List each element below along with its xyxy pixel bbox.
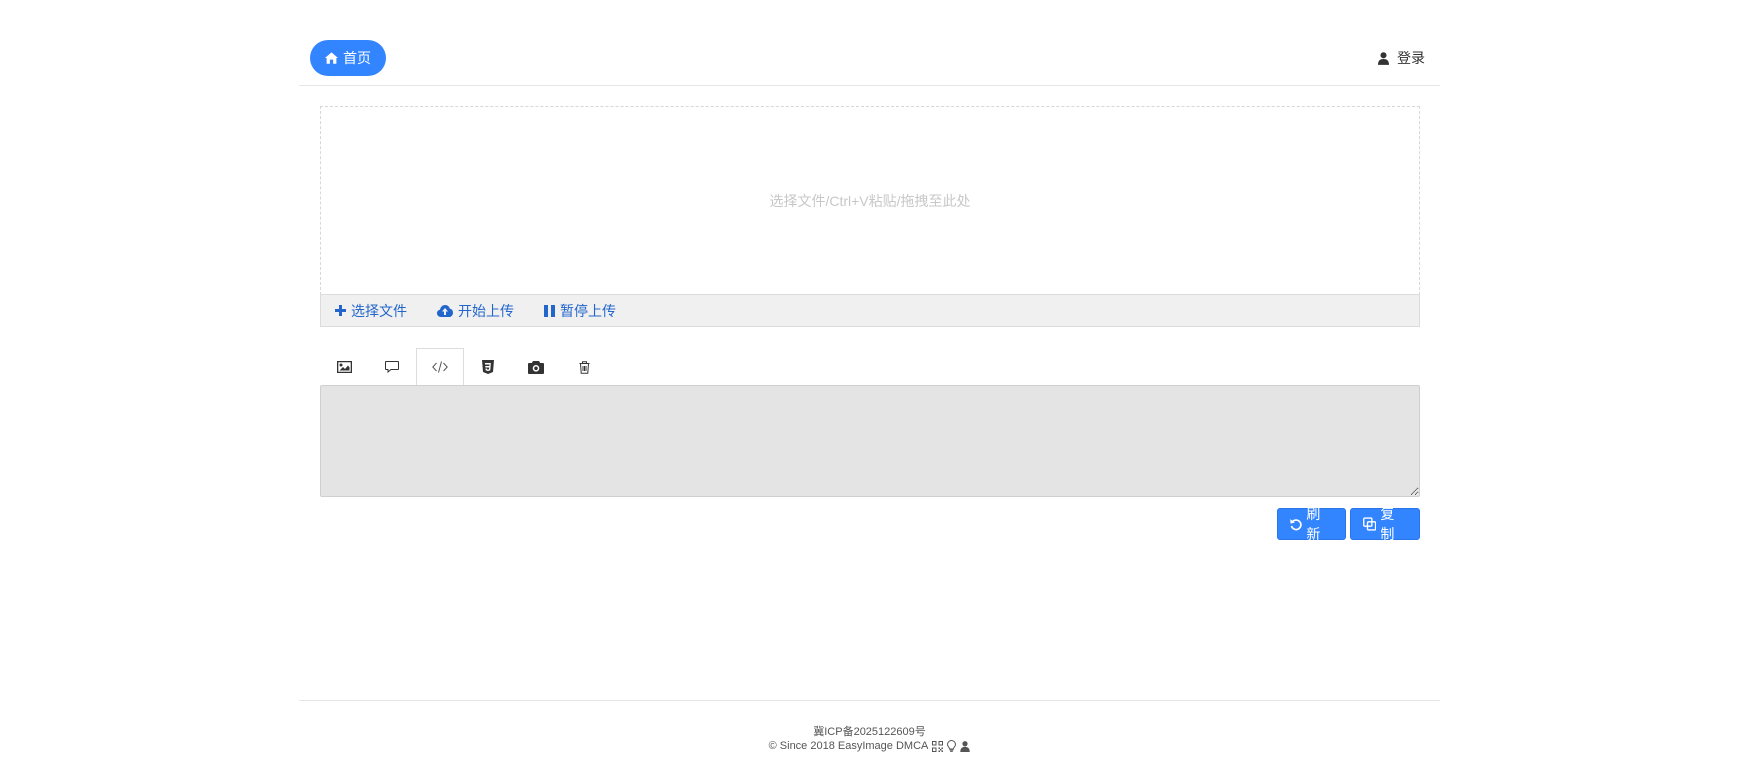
user-icon	[1378, 51, 1389, 65]
login-label: 登录	[1397, 50, 1425, 66]
html5-icon	[482, 360, 494, 374]
lightbulb-icon[interactable]	[947, 740, 957, 752]
refresh-icon	[1290, 518, 1302, 530]
icp-record-link[interactable]: 冀ICP备2025122609号	[299, 723, 1440, 739]
image-icon	[336, 361, 352, 373]
login-link[interactable]: 登录	[1378, 48, 1425, 68]
link-output-textarea[interactable]	[320, 385, 1420, 497]
qrcode-icon[interactable]	[932, 740, 944, 752]
refresh-label: 刷新	[1306, 506, 1321, 542]
copyright-text: © Since 2018 EasyImage DMCA	[768, 740, 929, 752]
home-label: 首页	[343, 50, 371, 66]
home-button[interactable]: 首页	[310, 40, 386, 76]
copy-icon	[1363, 517, 1377, 531]
select-files-button[interactable]: 选择文件	[335, 301, 407, 321]
pause-upload-label: 暂停上传	[560, 302, 616, 319]
select-files-label: 选择文件	[351, 302, 407, 319]
tab-comment-link[interactable]	[368, 348, 416, 386]
copy-label: 复制	[1380, 506, 1395, 542]
trash-icon	[579, 360, 589, 374]
start-upload-button[interactable]: 开始上传	[437, 301, 514, 321]
start-upload-label: 开始上传	[458, 302, 514, 319]
comment-icon	[385, 361, 399, 373]
tab-delete[interactable]	[560, 348, 608, 386]
pause-icon	[544, 304, 555, 317]
upload-toolbar: 选择文件 开始上传 暂停上传	[320, 294, 1420, 327]
footer: 冀ICP备2025122609号 © Since 2018 EasyImage …	[299, 700, 1440, 752]
copy-button[interactable]: 复制	[1350, 506, 1420, 542]
upload-dropzone[interactable]: 选择文件/Ctrl+V粘贴/拖拽至此处	[320, 106, 1420, 295]
top-nav: 首页 登录	[299, 0, 1440, 86]
tab-html-link[interactable]	[464, 348, 512, 386]
tab-camera[interactable]	[512, 348, 560, 386]
tab-code-link[interactable]	[416, 348, 464, 386]
cloud-upload-icon	[437, 304, 453, 317]
tab-image-link[interactable]	[320, 348, 368, 386]
pause-upload-button[interactable]: 暂停上传	[544, 301, 616, 321]
camera-icon	[528, 360, 544, 374]
code-icon	[432, 361, 448, 373]
user-icon[interactable]	[960, 740, 971, 752]
dropzone-hint: 选择文件/Ctrl+V粘贴/拖拽至此处	[769, 193, 971, 209]
home-icon	[325, 52, 338, 64]
footer-copyright-row: © Since 2018 EasyImage DMCA	[299, 740, 1440, 752]
plus-icon	[335, 305, 346, 316]
refresh-button[interactable]: 刷新	[1277, 506, 1346, 542]
page-container: 首页 登录 选择文件/Ctrl+V粘贴/拖拽至此处 选择文件 开始上传 暂停上传	[299, 0, 1440, 765]
link-format-tabs	[320, 348, 608, 386]
